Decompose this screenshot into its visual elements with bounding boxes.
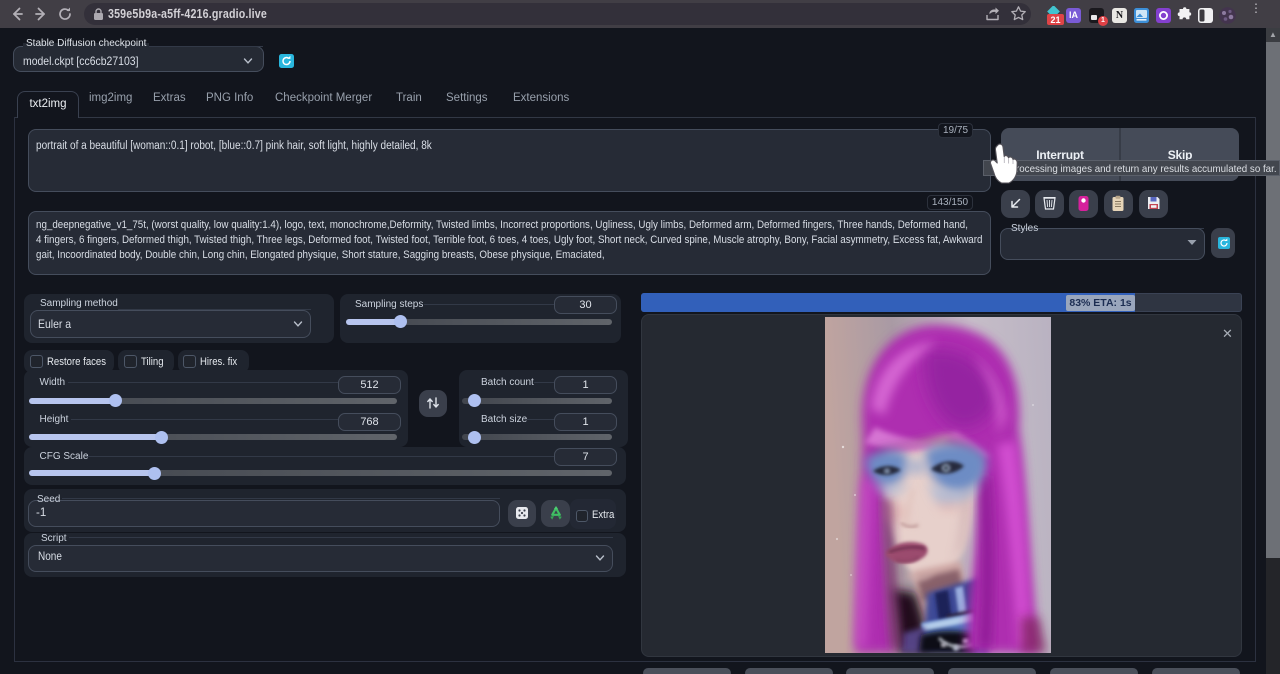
svg-text:21: 21 xyxy=(1050,15,1060,25)
